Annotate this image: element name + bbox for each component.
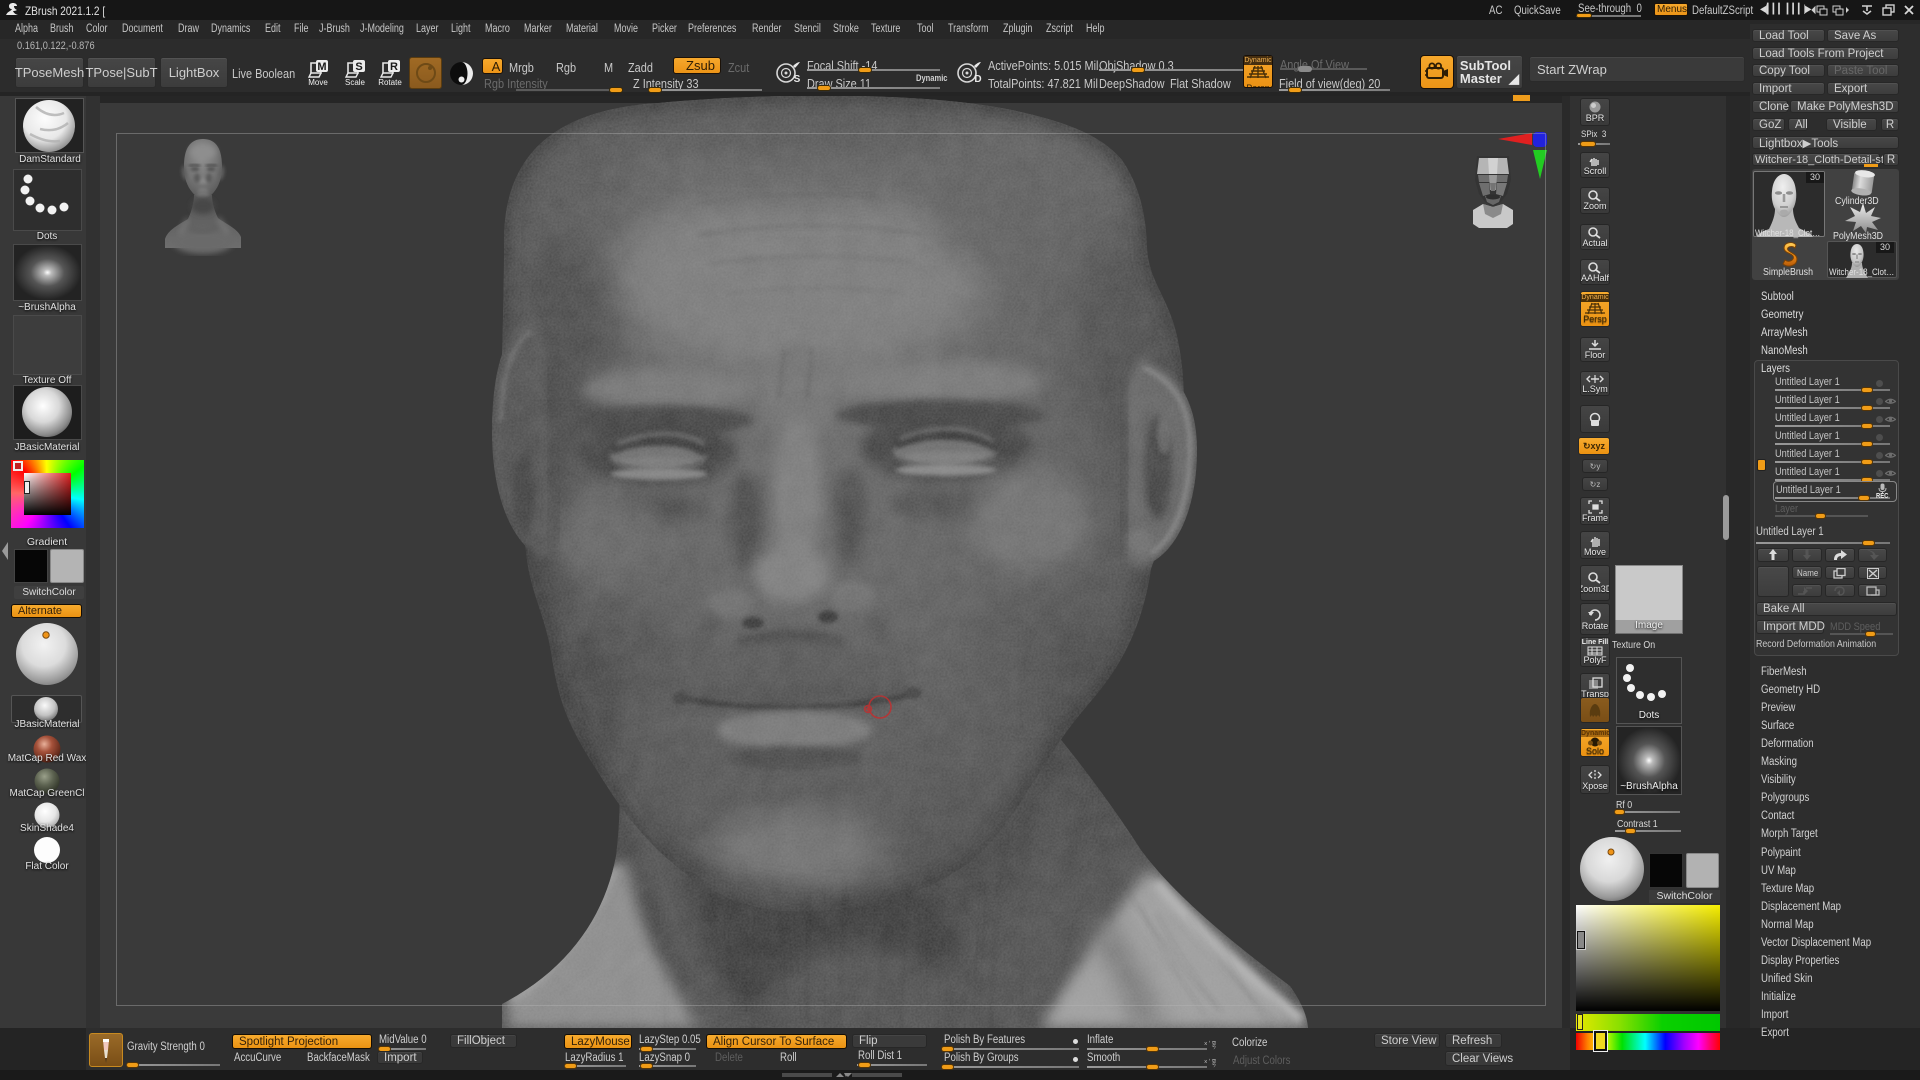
svg-text:R: R [390,61,398,73]
svg-text:M: M [317,61,326,73]
svg-text:Move: Move [308,78,328,86]
svg-text:D: D [974,74,981,85]
svg-text:Rotate: Rotate [378,78,402,86]
svg-text:S: S [794,74,801,85]
svg-text:S: S [355,61,362,73]
svg-text:Scale: Scale [345,78,366,86]
